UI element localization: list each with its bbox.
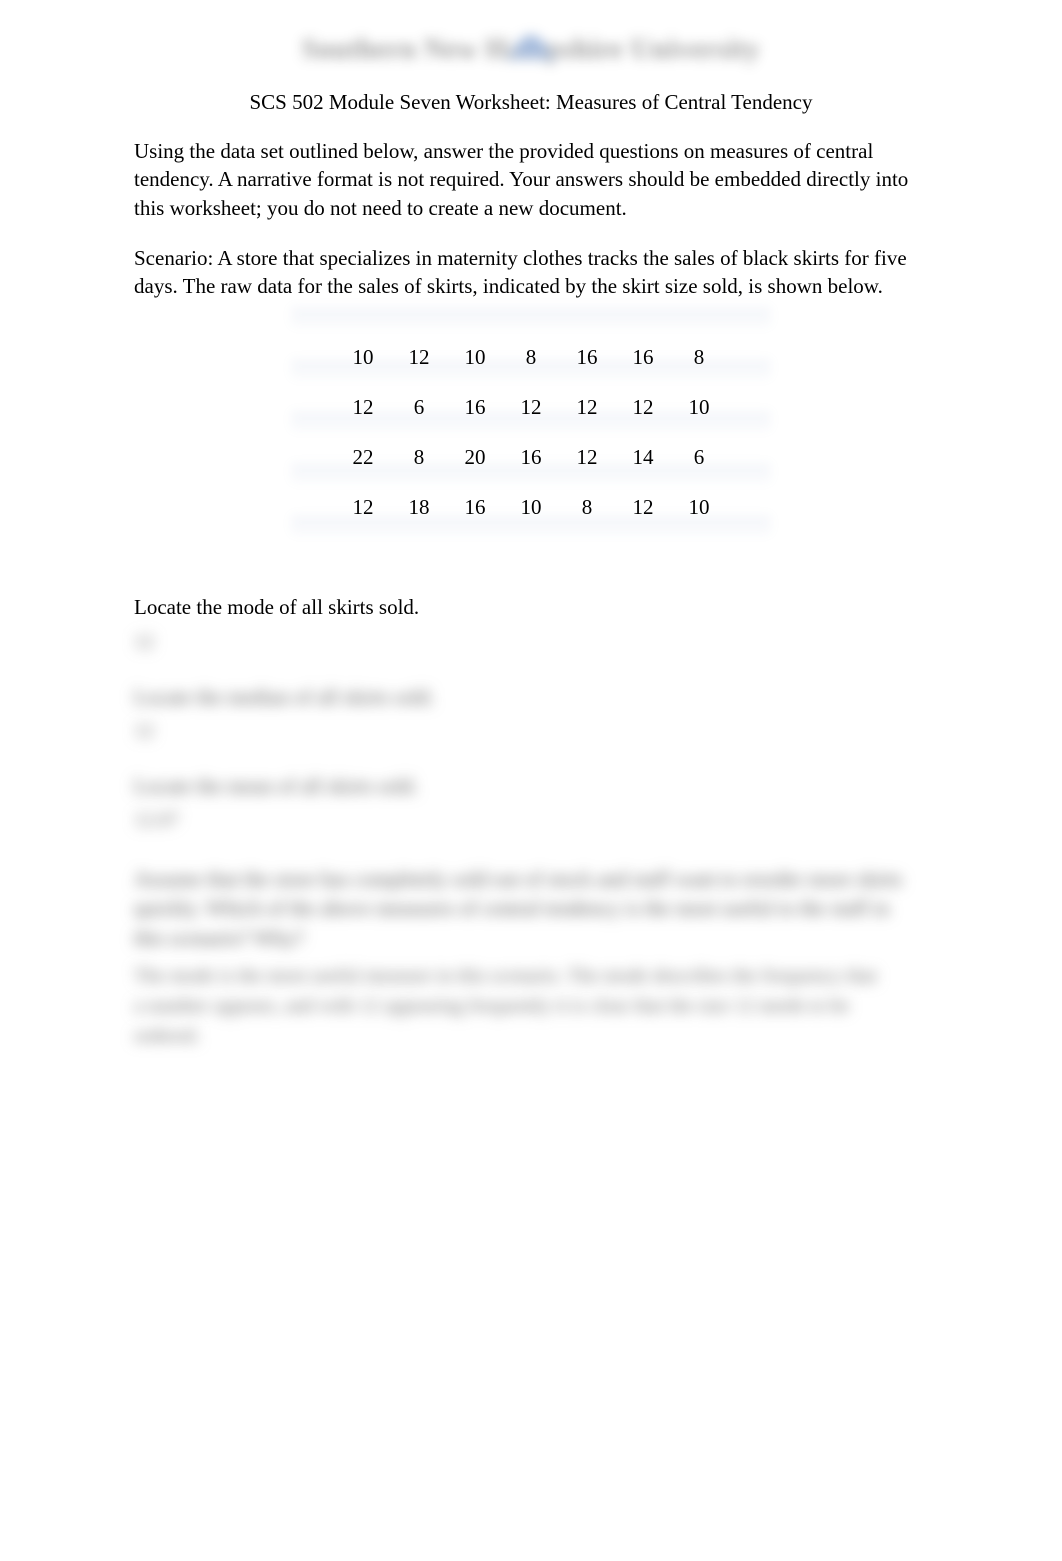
answer-4-line1: The mode is the most useful measure in t… xyxy=(134,961,932,991)
body-content: Using the data set outlined below, answe… xyxy=(0,137,1062,301)
data-table-wrap: 10 12 10 8 16 16 8 12 6 16 12 12 12 10 2… xyxy=(0,323,1062,591)
answer-2-text: 12 xyxy=(134,720,154,743)
table-row: 12 18 16 10 8 12 10 xyxy=(335,483,727,533)
data-cell: 12 xyxy=(559,433,615,483)
answer-3: 12.07 xyxy=(134,809,932,837)
data-cell: 8 xyxy=(671,333,727,383)
data-cell: 20 xyxy=(447,433,503,483)
answer-1-text: 12 xyxy=(134,631,154,654)
data-cell: 8 xyxy=(559,483,615,533)
data-cell: 14 xyxy=(615,433,671,483)
data-cell: 8 xyxy=(391,433,447,483)
question-4: Assume that the store has completely sol… xyxy=(134,865,932,953)
table-row: 12 6 16 12 12 12 10 xyxy=(335,383,727,433)
data-cell: 12 xyxy=(503,383,559,433)
question-3-text: Locate the mean of all skirts sold. xyxy=(134,774,418,799)
answer-3-text: 12.07 xyxy=(134,809,179,832)
scenario-paragraph: Scenario: A store that specializes in ma… xyxy=(134,244,932,301)
data-cell: 16 xyxy=(559,333,615,383)
question-3: Locate the mean of all skirts sold. xyxy=(134,774,932,799)
data-cell: 16 xyxy=(447,483,503,533)
question-4-line3: this scenario? Why? xyxy=(134,924,932,953)
data-cell: 12 xyxy=(335,383,391,433)
data-table: 10 12 10 8 16 16 8 12 6 16 12 12 12 10 2… xyxy=(335,333,727,533)
data-cell: 10 xyxy=(671,383,727,433)
data-cell: 12 xyxy=(335,483,391,533)
data-cell: 22 xyxy=(335,433,391,483)
logo-icon xyxy=(501,10,561,60)
logo-area: Southern New Hampshire University xyxy=(291,20,771,80)
data-cell: 6 xyxy=(391,383,447,433)
question-2: Locate the median of all skirts sold. xyxy=(134,685,932,710)
intro-paragraph: Using the data set outlined below, answe… xyxy=(134,137,932,222)
page-title: SCS 502 Module Seven Worksheet: Measures… xyxy=(0,90,1062,115)
data-cell: 16 xyxy=(447,383,503,433)
data-cell: 10 xyxy=(447,333,503,383)
answer-4: The mode is the most useful measure in t… xyxy=(134,961,932,1051)
data-cell: 12 xyxy=(615,383,671,433)
answer-4-line3: ordered. xyxy=(134,1021,932,1051)
answer-1: 12 xyxy=(134,631,932,659)
question-1: Locate the mode of all skirts sold. xyxy=(0,591,1062,621)
data-cell: 10 xyxy=(671,483,727,533)
question-4-line1: Assume that the store has completely sol… xyxy=(134,865,932,894)
worksheet-page: Southern New Hampshire University SCS 50… xyxy=(0,0,1062,1561)
data-cell: 16 xyxy=(503,433,559,483)
data-cell: 16 xyxy=(615,333,671,383)
table-row: 22 8 20 16 12 14 6 xyxy=(335,433,727,483)
data-cell: 8 xyxy=(503,333,559,383)
data-cell: 10 xyxy=(503,483,559,533)
data-cell: 10 xyxy=(335,333,391,383)
data-cell: 6 xyxy=(671,433,727,483)
answer-4-line2: a number appears, and with 12 appearing … xyxy=(134,991,932,1021)
data-cell: 18 xyxy=(391,483,447,533)
question-2-text: Locate the median of all skirts sold. xyxy=(134,685,434,710)
answer-2: 12 xyxy=(134,720,932,748)
data-cell: 12 xyxy=(391,333,447,383)
data-cell: 12 xyxy=(559,383,615,433)
scenario-label: Scenario: xyxy=(134,246,213,270)
question-4-line2: quickly. Which of the above measures of … xyxy=(134,894,932,923)
table-row: 10 12 10 8 16 16 8 xyxy=(335,333,727,383)
data-cell: 12 xyxy=(615,483,671,533)
scenario-text: A store that specializes in maternity cl… xyxy=(134,246,907,298)
